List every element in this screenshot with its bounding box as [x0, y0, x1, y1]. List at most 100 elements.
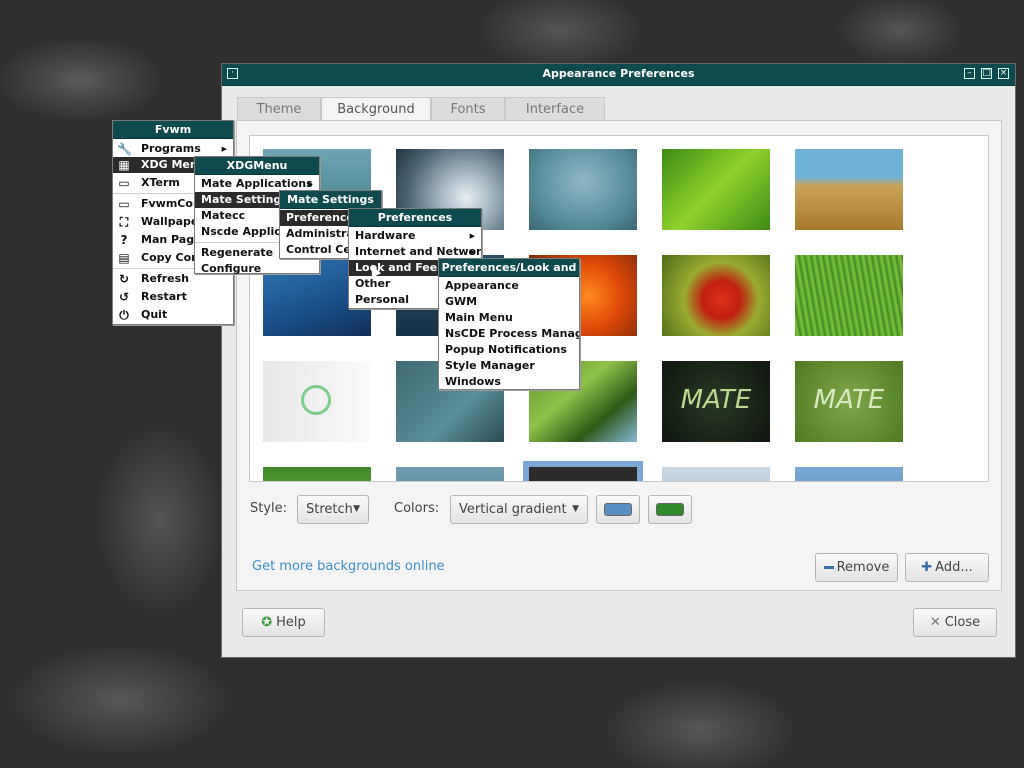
wallpaper-thumbnail[interactable] [396, 467, 504, 481]
menu-item-label: Main Menu [445, 311, 513, 324]
close-icon: ✕ [929, 615, 941, 630]
preferences-menu-title: Preferences [349, 209, 481, 227]
menu-item-configure[interactable]: Configure [195, 261, 319, 277]
menu-item-label: Mate Applications [201, 177, 313, 190]
mate-logo-icon [301, 385, 331, 415]
menu-item-programs[interactable]: 🔧 Programs ▶ [113, 141, 233, 157]
close-button[interactable]: ✕ Close [913, 608, 997, 637]
power-icon: ⏻ [119, 308, 129, 322]
console-icon: ▭ [118, 197, 130, 211]
menu-item-label: Configure [201, 262, 262, 275]
menu-item-hardware[interactable]: Hardware ▶ [349, 228, 481, 244]
help-button-label: Help [276, 615, 306, 630]
refresh-icon: ↻ [118, 272, 130, 286]
wallpaper-thumbnail[interactable] [795, 149, 903, 230]
menu-item-label: Quit [141, 308, 168, 321]
menu-item-label: Personal [355, 293, 410, 306]
minus-icon [823, 566, 834, 569]
menu-item-popup-notifications[interactable]: Popup Notifications [439, 342, 579, 358]
tab-interface[interactable]: Interface [505, 97, 605, 121]
menu-item-label: Programs [141, 142, 201, 155]
xdg-menu-title: XDGMenu [195, 157, 319, 175]
color-swatch [656, 503, 684, 516]
add-button-label: Add... [935, 560, 973, 575]
window-title: Appearance Preferences [542, 67, 695, 80]
submenu-arrow-icon: ▶ [221, 145, 227, 153]
menu-item-label: Restart [141, 290, 187, 303]
wallpaper-thumbnail[interactable] [529, 149, 637, 230]
mate-logo-text: MATE [680, 385, 752, 415]
menu-item-main-menu[interactable]: Main Menu [439, 310, 579, 326]
menu-item-label: Matecc [201, 209, 246, 222]
menu-item-gwm[interactable]: GWM [439, 294, 579, 310]
help-icon: ✪ [261, 615, 273, 630]
menu-item-label: Windows [445, 375, 501, 388]
color-swatch [604, 503, 632, 516]
mate-settings-menu-title: Mate Settings [280, 191, 381, 209]
look-and-feel-menu-title: Preferences/Look and Feel [439, 259, 579, 291]
menu-item-label: Internet and Network [355, 245, 481, 258]
submenu-arrow-icon: ▶ [469, 232, 475, 240]
grid-icon: ▦ [118, 158, 130, 172]
restart-icon: ↺ [118, 290, 130, 304]
more-backgrounds-link[interactable]: Get more backgrounds online [252, 559, 445, 574]
minimize-icon[interactable]: – [964, 68, 975, 79]
menu-item-label: Other [355, 277, 391, 290]
wallpaper-thumbnail[interactable] [662, 149, 770, 230]
look-and-feel-menu: Preferences/Look and Feel Appearance GWM… [438, 258, 580, 390]
help-icon: ? [120, 233, 128, 247]
appearance-preferences-window: · Appearance Preferences – □ × Theme Bac… [221, 63, 1016, 658]
wallpaper-icon: ⛶ [119, 215, 129, 229]
menu-item-style-manager[interactable]: Style Manager [439, 358, 579, 374]
tab-theme[interactable]: Theme [237, 97, 321, 121]
menu-item-label: NsCDE Process Manager [445, 327, 579, 340]
menu-item-label: Mate Settings [201, 193, 288, 206]
help-button[interactable]: ✪ Help [242, 608, 325, 637]
menu-item-label: Style Manager [445, 359, 535, 372]
menu-item-label: Regenerate [201, 246, 274, 259]
wallpaper-thumbnail[interactable]: MATE [662, 361, 770, 442]
secondary-color-button[interactable] [648, 495, 692, 524]
terminal-icon: ▭ [118, 176, 130, 190]
menu-item-windows[interactable]: Windows [439, 374, 579, 390]
wallpaper-thumbnail[interactable] [662, 255, 770, 336]
colors-value: Vertical gradient [459, 502, 567, 517]
tab-fonts[interactable]: Fonts [431, 97, 505, 121]
add-button[interactable]: ✚ Add... [905, 553, 989, 582]
primary-color-button[interactable] [596, 495, 640, 524]
wallpaper-thumbnail[interactable] [795, 255, 903, 336]
menu-item-label: Hardware [355, 229, 416, 242]
wallpaper-thumbnail[interactable] [662, 467, 770, 481]
clipboard-icon: ▤ [118, 251, 130, 265]
close-icon[interactable]: × [998, 68, 1009, 79]
wallpaper-thumbnail[interactable] [263, 361, 371, 442]
style-value: Stretch [306, 502, 353, 517]
menu-item-nscde-process-manager[interactable]: NsCDE Process Manager [439, 326, 579, 342]
remove-button-label: Remove [836, 560, 890, 575]
menu-item-appearance[interactable]: Appearance [439, 278, 579, 294]
wallpaper-thumbnail[interactable]: MATE [795, 361, 903, 442]
menu-item-label: XTerm [141, 176, 180, 189]
menu-item-label: Appearance [445, 279, 519, 292]
menu-item-label: Popup Notifications [445, 343, 567, 356]
selected-wallpaper-thumbnail[interactable] [523, 461, 643, 481]
maximize-icon[interactable]: □ [981, 68, 992, 79]
colors-label: Colors: [394, 501, 440, 516]
chevron-down-icon: ▼ [353, 504, 360, 514]
chevron-down-icon: ▼ [572, 504, 579, 514]
colors-dropdown[interactable]: Vertical gradient ▼ [450, 495, 588, 524]
wrench-icon: 🔧 [117, 142, 132, 156]
window-titlebar[interactable]: · Appearance Preferences – □ × [222, 64, 1015, 86]
tab-background[interactable]: Background [321, 97, 431, 121]
plus-icon: ✚ [921, 560, 933, 575]
wallpaper-thumbnail[interactable] [263, 467, 371, 481]
style-label: Style: [250, 501, 288, 516]
style-dropdown[interactable]: Stretch ▼ [297, 495, 369, 524]
mate-logo-text: MATE [813, 385, 885, 415]
menu-item-restart[interactable]: ↺ Restart [113, 289, 233, 305]
fvwm-menu-title: Fvwm [113, 121, 233, 139]
remove-button[interactable]: Remove [815, 553, 898, 582]
close-button-label: Close [944, 615, 981, 630]
wallpaper-thumbnail[interactable] [795, 467, 903, 481]
menu-item-quit[interactable]: ⏻ Quit [113, 307, 233, 323]
